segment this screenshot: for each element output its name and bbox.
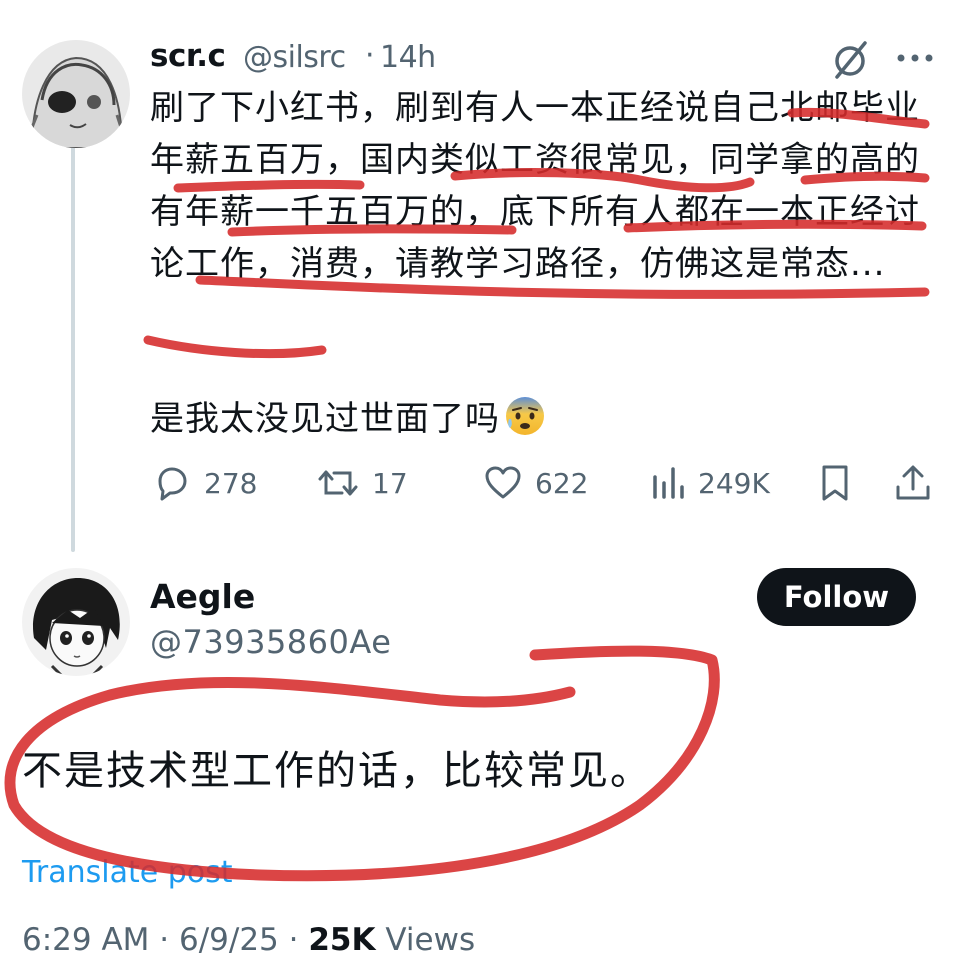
views-count: 25K	[308, 922, 376, 958]
separator: ·	[159, 922, 170, 958]
analytics-icon	[653, 467, 684, 499]
repost-count: 17	[372, 466, 408, 500]
post-text: 刷了下小红书，刷到有人一本正经说自己北邮毕业年薪五百万，国内类似工资很常见，同学…	[150, 88, 920, 284]
share-button[interactable]	[893, 458, 933, 508]
separator: ·	[365, 38, 375, 73]
repost-button[interactable]: 17	[316, 458, 408, 508]
repost-icon	[318, 470, 358, 496]
underline-mark	[143, 335, 327, 359]
author-name[interactable]: scr.c	[150, 38, 226, 74]
follow-button[interactable]: Follow	[757, 568, 916, 626]
reply-button[interactable]: 278	[152, 458, 257, 508]
author-handle[interactable]: @silsrc	[243, 40, 346, 75]
separator: ·	[288, 922, 299, 958]
author-name[interactable]: Aegle	[150, 577, 255, 616]
translate-link[interactable]: Translate post	[22, 855, 233, 890]
post-time[interactable]: 6:29 AM	[22, 922, 149, 958]
bookmark-button[interactable]	[815, 458, 855, 508]
reply-count: 278	[204, 466, 258, 500]
anxious-face-icon	[504, 395, 546, 437]
view-count: 249K	[698, 466, 770, 500]
avatar[interactable]	[22, 568, 130, 676]
bookmark-icon	[822, 465, 848, 501]
reply-icon	[158, 467, 187, 501]
grok-icon[interactable]	[830, 40, 870, 80]
avatar[interactable]	[22, 40, 130, 148]
more-options-icon[interactable]	[895, 48, 935, 68]
post-meta: 6:29 AM · 6/9/25 · 25K Views	[22, 922, 475, 958]
post-time[interactable]: 14h	[380, 40, 436, 75]
views-label: Views	[385, 922, 476, 958]
thread-line	[71, 130, 75, 552]
heart-icon	[485, 466, 521, 499]
post-question: 是我太没见过世面了吗	[150, 391, 546, 440]
post-date[interactable]: 6/9/25	[179, 922, 279, 958]
views-button[interactable]: 249K	[650, 458, 770, 508]
reply-text: 不是技术型工作的话，比较常见。	[22, 748, 652, 794]
share-icon	[896, 465, 930, 500]
post-question-text: 是我太没见过世面了吗	[150, 399, 500, 439]
like-button[interactable]: 622	[483, 458, 588, 508]
author-handle[interactable]: @73935860Ae	[150, 623, 391, 661]
like-count: 622	[535, 466, 589, 500]
